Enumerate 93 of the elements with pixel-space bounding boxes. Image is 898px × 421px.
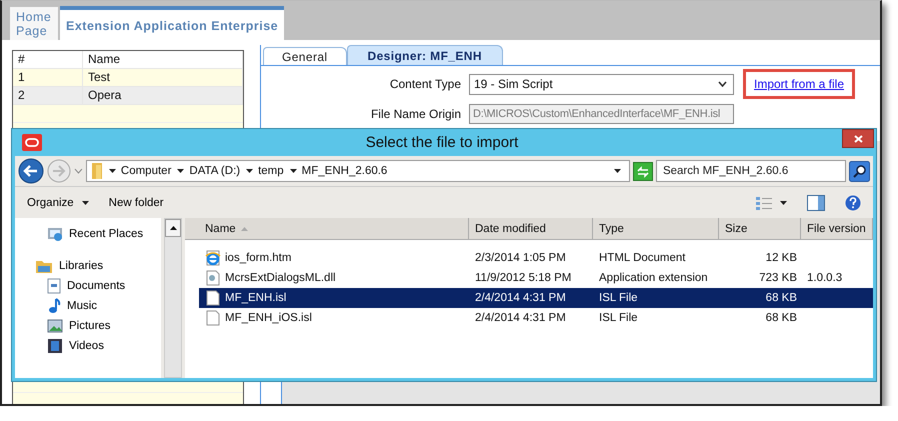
document-icon (47, 278, 61, 294)
nav-item[interactable]: Documents (47, 276, 161, 296)
size-cell-text: 723 KB (758, 272, 798, 284)
file-icon (205, 310, 221, 326)
column-header[interactable]: Type (593, 218, 719, 239)
version-cell-text: 1.0.0.3 (806, 272, 844, 284)
list-view-icon (756, 196, 772, 210)
list-row[interactable]: 2 Opera (13, 87, 243, 105)
field-label: File Name Origin (370, 107, 462, 121)
help-icon (845, 194, 861, 210)
date-cell-text: 2/3/2014 1:05 PM (474, 252, 567, 264)
refresh-button[interactable] (632, 162, 653, 180)
film-icon (47, 338, 63, 354)
refresh-arrows-icon (632, 162, 653, 180)
chevron-icon (718, 81, 727, 87)
import-link[interactable]: Import from a file (754, 77, 844, 91)
size-cell-text: 12 KB (764, 252, 798, 264)
up-arrow-icon (170, 226, 176, 230)
file-name: MF_ENH_iOS.isl (225, 312, 312, 324)
picture-icon (47, 319, 63, 333)
pane-icon (807, 194, 825, 210)
folder-icon (90, 162, 103, 180)
help-button[interactable] (843, 192, 863, 212)
search-field[interactable]: Search MF_ENH_2.60.6 (656, 160, 846, 182)
nav-item[interactable]: Recent Places (47, 224, 144, 244)
size-cell-text: 68 KB (764, 292, 798, 304)
file-path-field[interactable]: D:\MICROS\Custom\EnhancedInterface\MF_ENH.isl (469, 104, 734, 124)
search-icon (849, 160, 870, 182)
type-cell-text: HTML Document (598, 252, 686, 264)
tab[interactable]: General (263, 47, 346, 65)
file-row[interactable]: MF_ENH.isl 2/4/2014 4:31 PM ISL File 68 KB (199, 288, 873, 308)
breadcrumb-item[interactable]: temp (258, 165, 284, 177)
breadcrumb-item[interactable]: DATA (D:) (189, 165, 240, 177)
caret-icon (246, 169, 254, 173)
back-button[interactable] (18, 158, 44, 184)
content-type-dropdown[interactable]: 19 - Sim Script (469, 74, 734, 94)
app-tab[interactable]: Home Page (10, 7, 58, 40)
type-cell-text: ISL File (598, 312, 639, 324)
toolbar-button[interactable]: New folder (106, 194, 166, 210)
caret-icon (82, 200, 89, 204)
column-header[interactable]: Size (719, 218, 801, 239)
field-label: Content Type (388, 77, 462, 91)
table-cell: 1 (13, 69, 83, 86)
column-header[interactable]: Date modified (469, 218, 593, 239)
folder-icon (35, 258, 53, 274)
breadcrumb-item[interactable]: Computer (120, 165, 172, 177)
type-cell-text: ISL File (598, 292, 639, 304)
date-cell-text: 11/9/2012 5:18 PM (474, 272, 572, 284)
column-header: Name (83, 51, 243, 68)
column-header[interactable]: File version (801, 218, 873, 239)
table-cell: Opera (83, 87, 243, 104)
file-name: McrsExtDialogsML.dll (225, 272, 336, 284)
caret-icon (780, 200, 787, 204)
address-bar[interactable]: Computer DATA (D:) temp MF_ENH_2.60.6 (86, 160, 630, 182)
nav-item[interactable]: Videos (47, 336, 161, 356)
breadcrumb-item[interactable]: MF_ENH_2.60.6 (302, 165, 388, 177)
type-cell-text: Application extension (598, 272, 709, 284)
file-row[interactable]: McrsExtDialogsML.dll 11/9/2012 5:18 PM Application extension 723 KB 1.0.0.3 (199, 268, 873, 288)
caret-icon (108, 169, 116, 173)
date-cell-text: 2/4/2014 4:31 PM (474, 312, 567, 324)
list-row[interactable]: 1 Test (13, 69, 243, 87)
date-cell-text: 2/4/2014 4:31 PM (474, 292, 567, 304)
app-tab[interactable]: Extension Application Enterprise (60, 6, 284, 40)
dialog-title: Select the file to import (364, 134, 520, 151)
nav-item[interactable]: Pictures (47, 316, 161, 336)
size-cell-text: 68 KB (764, 312, 798, 324)
caret-icon (177, 169, 184, 173)
close-icon (854, 134, 862, 142)
music-note-icon (47, 298, 61, 314)
table-cell: 2 (13, 87, 83, 104)
nav-item[interactable]: Music (47, 296, 161, 316)
globe-e-icon (205, 250, 221, 266)
file-name: ios_form.htm (225, 252, 292, 264)
gear-file-icon (205, 270, 221, 286)
nav-item[interactable]: Libraries (35, 256, 161, 276)
preview-pane-button[interactable] (805, 192, 827, 212)
caret-icon (614, 169, 621, 173)
column-header[interactable]: Name (185, 218, 469, 239)
caret-icon (290, 169, 297, 173)
tab[interactable]: Designer: MF_ENH (346, 45, 503, 65)
search-button[interactable] (849, 160, 870, 182)
close-button[interactable] (842, 129, 874, 148)
file-icon (205, 290, 221, 306)
file-row[interactable]: ios_form.htm 2/3/2014 1:05 PM HTML Document 12 KB (199, 248, 873, 268)
scroll-bar[interactable] (164, 218, 182, 378)
table-cell: Test (83, 69, 243, 86)
history-caret-icon (74, 168, 83, 174)
file-row[interactable]: MF_ENH_iOS.isl 2/4/2014 4:31 PM ISL File 68 KB (199, 308, 873, 328)
sort-icon (240, 226, 248, 230)
oracle-logo-icon (22, 134, 42, 151)
file-name: MF_ENH.isl (225, 292, 286, 304)
column-header: # (13, 51, 83, 68)
toolbar-button[interactable]: Organize (25, 194, 91, 210)
